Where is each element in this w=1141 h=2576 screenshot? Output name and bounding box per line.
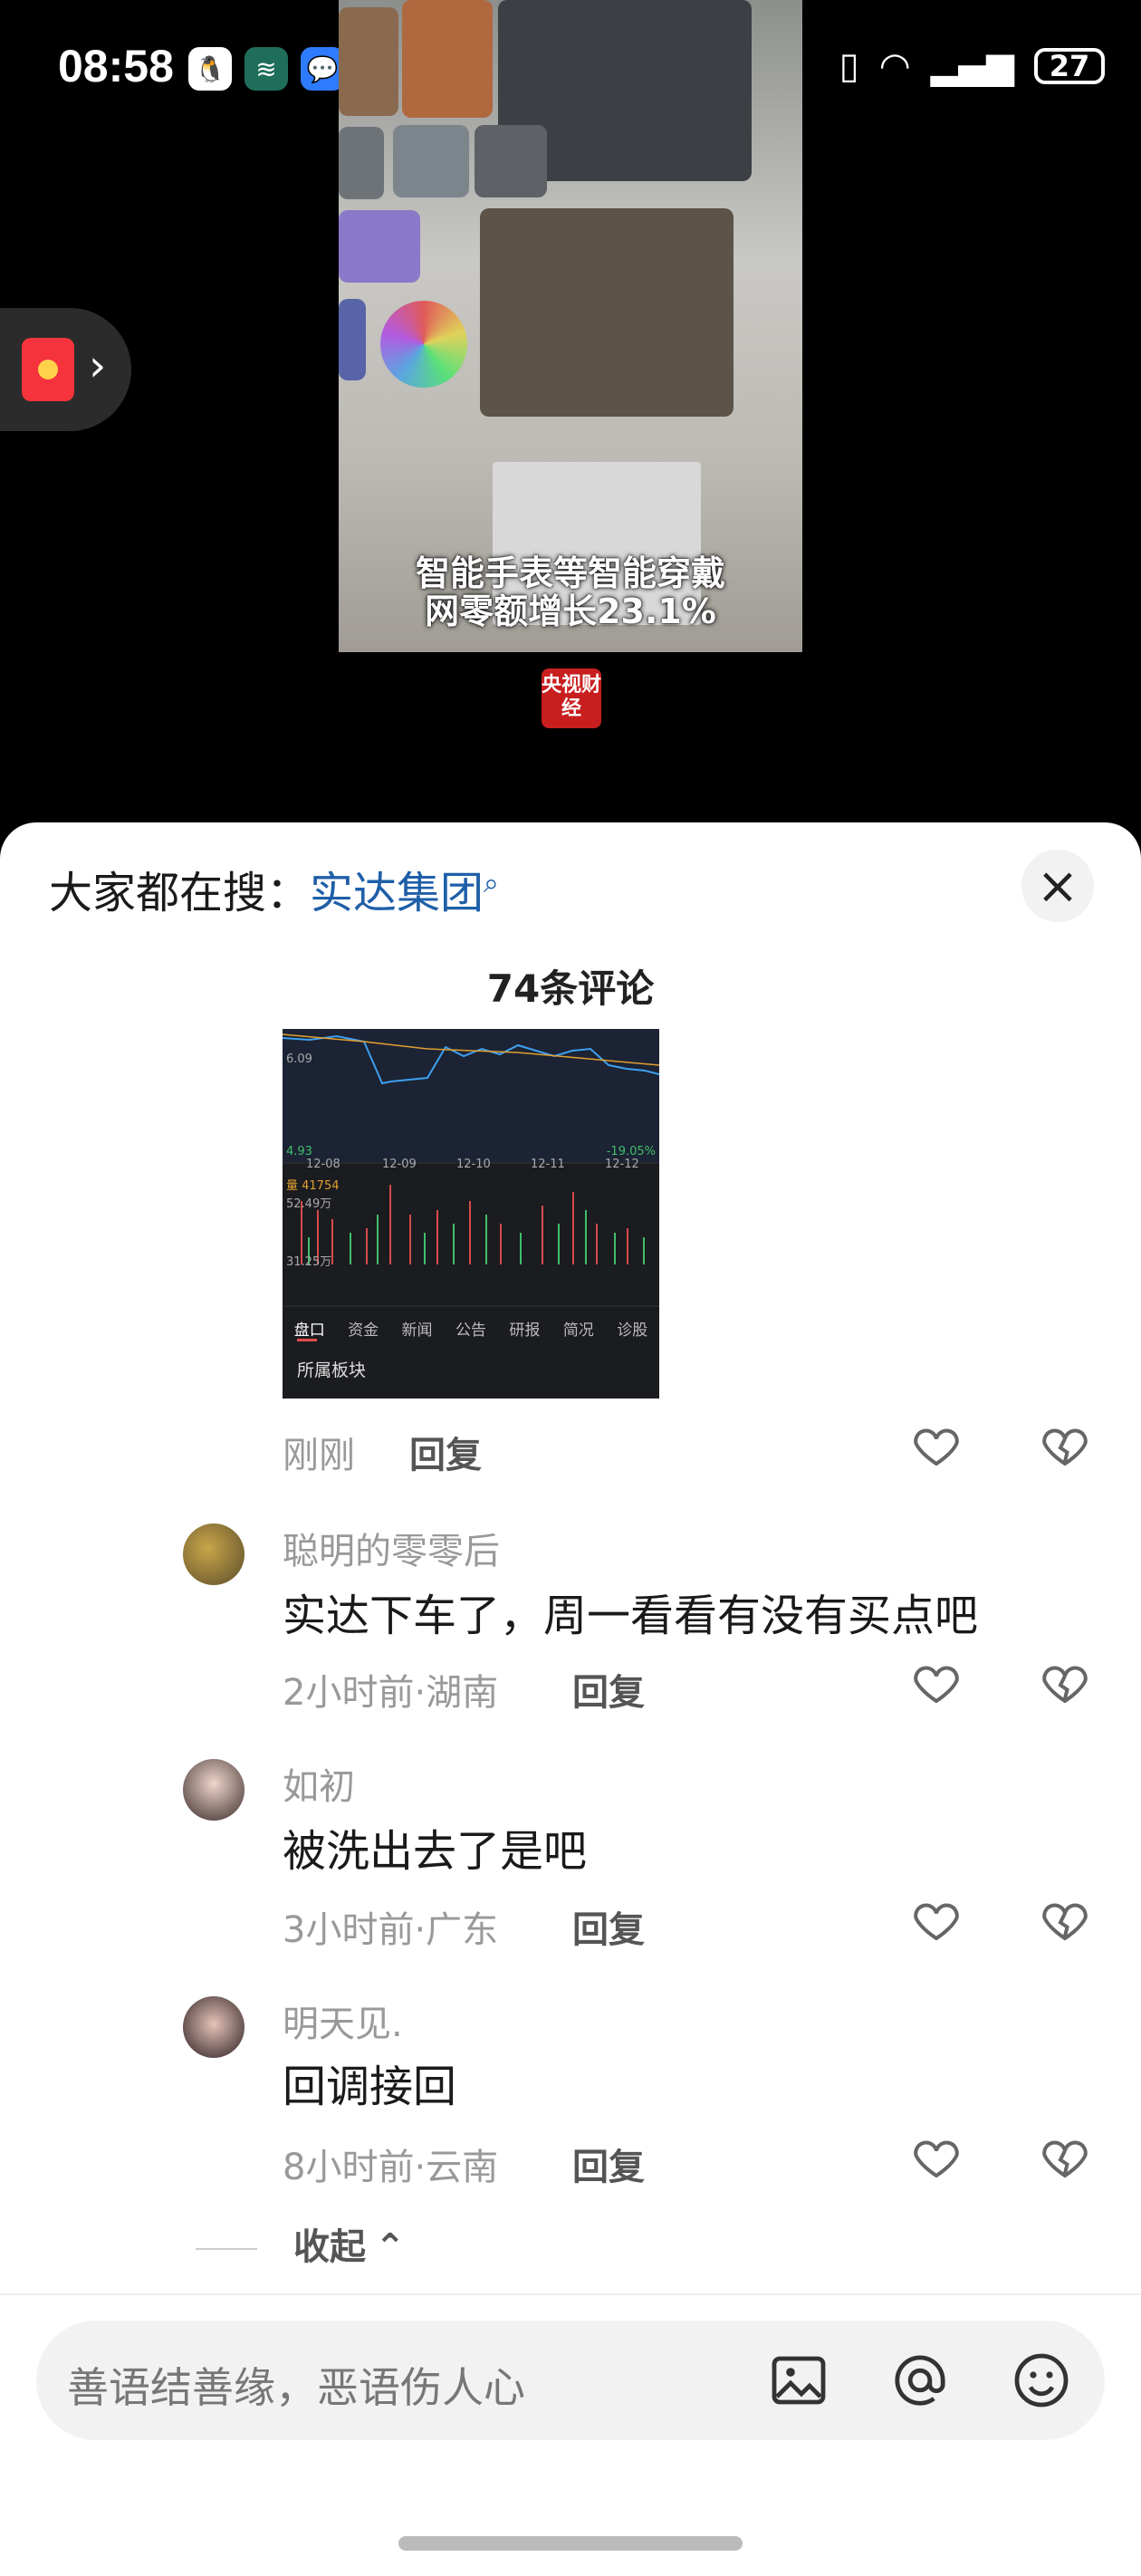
- like-heart-icon[interactable]: [909, 1893, 964, 1947]
- avatar[interactable]: [183, 1523, 244, 1585]
- stock-tab: 新闻: [401, 1322, 433, 1340]
- system-icons: ▯ ◠ ▂▄▆ 27: [839, 45, 1105, 87]
- comment-sheet: 大家都在搜：实达集团⌕ × 74条评论 6.09 4.93 -19.05% 12…: [0, 822, 1141, 2576]
- image-icon[interactable]: [766, 2348, 831, 2413]
- stock-date: 12-08: [306, 1158, 340, 1171]
- stock-tab: 公告: [455, 1322, 486, 1340]
- stock-date: 12-10: [456, 1158, 491, 1171]
- stock-tab: 简况: [562, 1322, 594, 1340]
- collapse-replies-button[interactable]: 收起 ⌃: [196, 2217, 406, 2270]
- comment-username[interactable]: 明天见.: [283, 1994, 403, 2047]
- comment-time: 3小时前·广东: [283, 1909, 499, 1951]
- dislike-broken-heart-icon[interactable]: [1038, 1418, 1092, 1473]
- chevron-up-icon: ⌃: [375, 2226, 406, 2268]
- video-caption: 智能手表等智能穿戴 网零额增长23.1%: [339, 554, 802, 630]
- mention-icon[interactable]: [887, 2348, 953, 2413]
- comment-image-stock-chart[interactable]: 6.09 4.93 -19.05% 12-08 12-09 12-10 12-1…: [283, 1029, 659, 1399]
- stock-tabs: 盘口 资金 新闻 公告 研报 简况 诊股: [283, 1317, 659, 1340]
- comment-time: 刚刚: [283, 1435, 355, 1476]
- stock-price-high: 6.09: [286, 1053, 312, 1066]
- divider: [0, 2293, 1141, 2295]
- search-icon: ⌕: [484, 868, 499, 899]
- avatar[interactable]: [183, 1759, 244, 1821]
- comment-text: 实达下车了，周一看看有没有买点吧: [283, 1591, 979, 1641]
- dislike-broken-heart-icon[interactable]: [1038, 1656, 1092, 1710]
- stock-chart-graphic: [283, 1029, 659, 1341]
- video-frame-image: [339, 299, 366, 380]
- video-frame-image: [402, 0, 493, 118]
- wifi-icon: ◠: [878, 45, 911, 87]
- trending-search-keyword[interactable]: 实达集团: [310, 868, 484, 918]
- battery-level: 27: [1049, 49, 1090, 83]
- comment-text: 回调接回: [283, 2062, 457, 2112]
- stock-vol-max: 52.49万: [286, 1197, 332, 1211]
- comment-count: 74条评论: [486, 966, 655, 1011]
- stock-date: 12-12: [605, 1158, 639, 1171]
- video-frame-image: [393, 125, 469, 197]
- stock-board: 所属板块: [297, 1360, 367, 1380]
- reply-button[interactable]: 回复: [409, 1426, 482, 1478]
- app-notification-icon: ≋: [244, 47, 288, 91]
- battery-icon: 27: [1034, 48, 1105, 84]
- stock-volume-label: 量 41754: [286, 1179, 340, 1193]
- like-heart-icon[interactable]: [909, 1656, 964, 1710]
- comment-username[interactable]: 聪明的零零后: [283, 1522, 500, 1574]
- stock-tab: 盘口: [293, 1322, 325, 1340]
- comment-text: 被洗出去了是吧: [283, 1826, 588, 1877]
- collapse-divider: [196, 2248, 257, 2250]
- vibrate-icon: ▯: [839, 45, 859, 87]
- qq-icon: 🐧: [188, 47, 232, 91]
- stock-date: 12-11: [531, 1158, 565, 1171]
- comment-username[interactable]: 如初: [283, 1757, 355, 1810]
- comment-time: 2小时前·湖南: [283, 1672, 499, 1714]
- chevron-right-icon: ›: [89, 341, 107, 391]
- red-packet-button[interactable]: ›: [0, 308, 131, 431]
- comment-input[interactable]: 善语结善缘，恶语伤人心: [36, 2321, 1105, 2440]
- video-caption-line: 网零额增长23.1%: [425, 591, 716, 631]
- video-frame-image: [480, 208, 734, 417]
- signal-icon: ▂▄▆: [930, 45, 1014, 87]
- stock-tab: 研报: [509, 1322, 541, 1340]
- video-frame-image: [339, 7, 398, 116]
- close-button[interactable]: ×: [1021, 850, 1094, 922]
- reply-button[interactable]: 回复: [572, 1663, 645, 1716]
- video-frame-image: [475, 125, 547, 197]
- comment-time: 8小时前·云南: [283, 2147, 499, 2188]
- cctv-finance-logo: 央视财经: [542, 668, 601, 728]
- stock-tab: 诊股: [617, 1322, 648, 1340]
- avatar[interactable]: [183, 1996, 244, 2058]
- video-frame-image: [339, 210, 420, 283]
- close-icon: ×: [1036, 856, 1079, 916]
- stock-date: 12-09: [382, 1158, 417, 1171]
- trending-search-prefix: 大家都在搜：: [49, 868, 311, 918]
- like-heart-icon[interactable]: [909, 2130, 964, 2185]
- comment-input-placeholder: 善语结善缘，恶语伤人心: [67, 2363, 525, 2412]
- reply-button[interactable]: 回复: [572, 1900, 645, 1953]
- stock-vol-mid: 31.25万: [286, 1255, 332, 1269]
- emoji-icon[interactable]: [1009, 2348, 1074, 2413]
- red-envelope-icon: [22, 338, 74, 401]
- dislike-broken-heart-icon[interactable]: [1038, 2130, 1092, 2185]
- video-frame-image: [380, 301, 467, 388]
- home-indicator[interactable]: [398, 2536, 743, 2551]
- video-frame-image: [339, 127, 384, 199]
- video-caption-line: 智能手表等智能穿戴: [415, 553, 725, 593]
- message-icon: 💬: [301, 47, 344, 91]
- video-player[interactable]: 智能手表等智能穿戴 网零额增长23.1%: [339, 0, 802, 652]
- stock-tab: 资金: [348, 1322, 379, 1340]
- collapse-label: 收起: [293, 2226, 366, 2268]
- like-heart-icon[interactable]: [909, 1418, 964, 1473]
- dislike-broken-heart-icon[interactable]: [1038, 1893, 1092, 1947]
- trending-search[interactable]: 大家都在搜：实达集团⌕: [49, 857, 499, 920]
- stock-change: -19.05%: [606, 1145, 656, 1158]
- clock: 08:58: [58, 41, 174, 91]
- stock-price-low: 4.93: [286, 1145, 312, 1158]
- reply-button[interactable]: 回复: [572, 2138, 645, 2190]
